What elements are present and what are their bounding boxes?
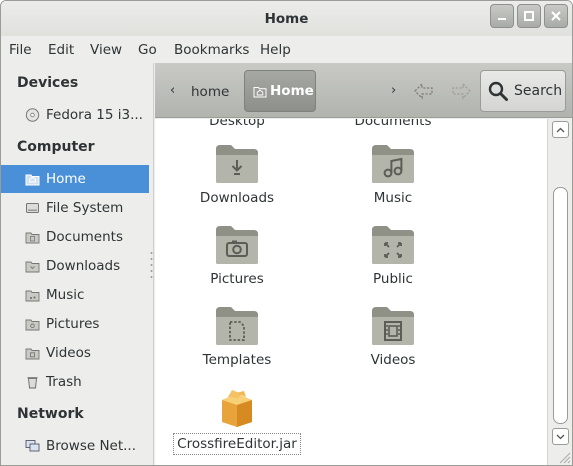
- sidebar-item-file-system[interactable]: File System: [1, 194, 149, 222]
- downloads-folder-icon: [216, 145, 258, 183]
- chevron-up-icon: [556, 127, 565, 132]
- file-manager-window: Home File Edit View Go Bookmarks Help De…: [0, 0, 573, 466]
- sidebar-item-trash[interactable]: Trash: [1, 368, 149, 396]
- file-item-videos[interactable]: Videos: [328, 305, 458, 368]
- file-item-public[interactable]: Public: [328, 224, 458, 287]
- music-folder-icon: [372, 145, 414, 183]
- sidebar-item-label: Pictures: [46, 316, 100, 332]
- file-item-desktop[interactable]: Desktop: [172, 119, 302, 129]
- minimize-icon: [498, 18, 506, 20]
- window-resize-grip-icon[interactable]: [548, 447, 573, 465]
- search-icon: [488, 81, 508, 101]
- music-folder-icon: [25, 290, 40, 302]
- sidebar-item-label: Videos: [46, 345, 91, 361]
- file-name: Desktop: [209, 119, 265, 129]
- scroll-down-button[interactable]: [552, 428, 569, 445]
- breadcrumb-parent-home[interactable]: home: [191, 84, 229, 100]
- sidebar-item-label: Trash: [46, 374, 82, 390]
- network-heading: Network: [17, 406, 84, 422]
- breadcrumb-current-home[interactable]: Home: [244, 70, 316, 112]
- file-name: Pictures: [210, 271, 264, 287]
- trash-icon: [27, 377, 38, 389]
- menu-bookmarks[interactable]: Bookmarks: [174, 42, 249, 58]
- path-scroll-left-button[interactable]: ‹: [170, 83, 175, 98]
- file-name: CrossfireEditor.jar: [173, 433, 301, 455]
- maximize-button[interactable]: [517, 4, 541, 28]
- scrollbar-thumb[interactable]: [553, 187, 568, 424]
- templates-folder-icon: [216, 307, 258, 345]
- sidebar-resize-grip-icon[interactable]: [150, 251, 153, 279]
- sidebar-item-label: Home: [46, 171, 86, 187]
- jar-package-icon: [222, 390, 252, 427]
- computer-heading: Computer: [17, 139, 95, 155]
- videos-folder-icon: [372, 307, 414, 345]
- close-icon: [551, 11, 561, 21]
- window-title: Home: [264, 11, 309, 27]
- sidebar-item-label: Documents: [46, 229, 123, 245]
- file-view[interactable]: Desktop Documents Downloads Music Pictur…: [155, 119, 547, 465]
- maximize-icon: [524, 11, 534, 21]
- menu-file[interactable]: File: [9, 42, 32, 58]
- sidebar-item-browse-network[interactable]: Browse Net...: [1, 432, 149, 460]
- sidebar-item-label: Browse Net...: [46, 438, 137, 454]
- search-button[interactable]: Search: [480, 70, 566, 112]
- sidebar-item-label: Fedora 15 i3...: [46, 107, 143, 123]
- file-name: Public: [373, 271, 413, 287]
- menu-bar: File Edit View Go Bookmarks Help: [1, 36, 572, 63]
- file-item-templates[interactable]: Templates: [172, 305, 302, 368]
- minimize-button[interactable]: [490, 4, 514, 28]
- sidebar-item-home[interactable]: Home: [1, 165, 149, 193]
- documents-folder-icon: [25, 232, 40, 244]
- file-name: Videos: [370, 352, 416, 368]
- sidebar-item-label: File System: [46, 200, 124, 216]
- menu-go[interactable]: Go: [138, 42, 157, 58]
- scroll-up-button[interactable]: [552, 121, 569, 138]
- sidebar-item-videos[interactable]: Videos: [1, 339, 149, 367]
- menu-edit[interactable]: Edit: [48, 42, 74, 58]
- pictures-folder-icon: [216, 226, 258, 264]
- network-icon: [25, 440, 40, 452]
- file-name: Music: [373, 190, 413, 206]
- sidebar-item-fedora-disc[interactable]: Fedora 15 i3...: [1, 101, 149, 129]
- file-name: Documents: [354, 119, 432, 129]
- file-item-downloads[interactable]: Downloads: [172, 143, 302, 206]
- forward-arrow-icon[interactable]: [450, 82, 472, 100]
- devices-heading: Devices: [17, 75, 79, 91]
- sidebar-item-documents[interactable]: Documents: [1, 223, 149, 251]
- breadcrumb-current-label: Home: [270, 83, 314, 99]
- file-name: Templates: [202, 352, 272, 368]
- downloads-folder-icon: [25, 261, 40, 273]
- disc-icon: [25, 108, 40, 122]
- vertical-scrollbar[interactable]: [547, 119, 573, 465]
- search-button-label: Search: [514, 83, 563, 99]
- path-toolbar: ‹ home Home › Search: [155, 63, 572, 118]
- menu-view[interactable]: View: [90, 42, 122, 58]
- videos-folder-icon: [25, 348, 40, 360]
- menu-help[interactable]: Help: [260, 42, 291, 58]
- chevron-down-icon: [556, 434, 565, 439]
- pictures-folder-icon: [25, 319, 40, 331]
- drive-icon: [26, 203, 39, 213]
- back-arrow-icon[interactable]: [413, 82, 435, 100]
- path-scroll-right-button[interactable]: ›: [391, 83, 396, 98]
- file-item-documents[interactable]: Documents: [328, 119, 458, 129]
- sidebar-item-music[interactable]: Music: [1, 281, 149, 309]
- close-button[interactable]: [544, 4, 568, 28]
- file-item-music[interactable]: Music: [328, 143, 458, 206]
- sidebar-item-label: Downloads: [46, 258, 121, 274]
- sidebar-item-downloads[interactable]: Downloads: [1, 252, 149, 280]
- places-sidebar: Devices Fedora 15 i3... Computer Home Fi…: [1, 63, 154, 465]
- file-name: Downloads: [199, 190, 275, 206]
- title-bar[interactable]: Home: [1, 1, 572, 36]
- sidebar-item-pictures[interactable]: Pictures: [1, 310, 149, 338]
- home-folder-icon: [253, 86, 267, 97]
- home-folder-icon: [25, 174, 40, 186]
- file-item-crossfireeditor-jar[interactable]: CrossfireEditor.jar: [172, 386, 302, 455]
- file-item-pictures[interactable]: Pictures: [172, 224, 302, 287]
- public-folder-icon: [372, 226, 414, 264]
- sidebar-item-label: Music: [46, 287, 85, 303]
